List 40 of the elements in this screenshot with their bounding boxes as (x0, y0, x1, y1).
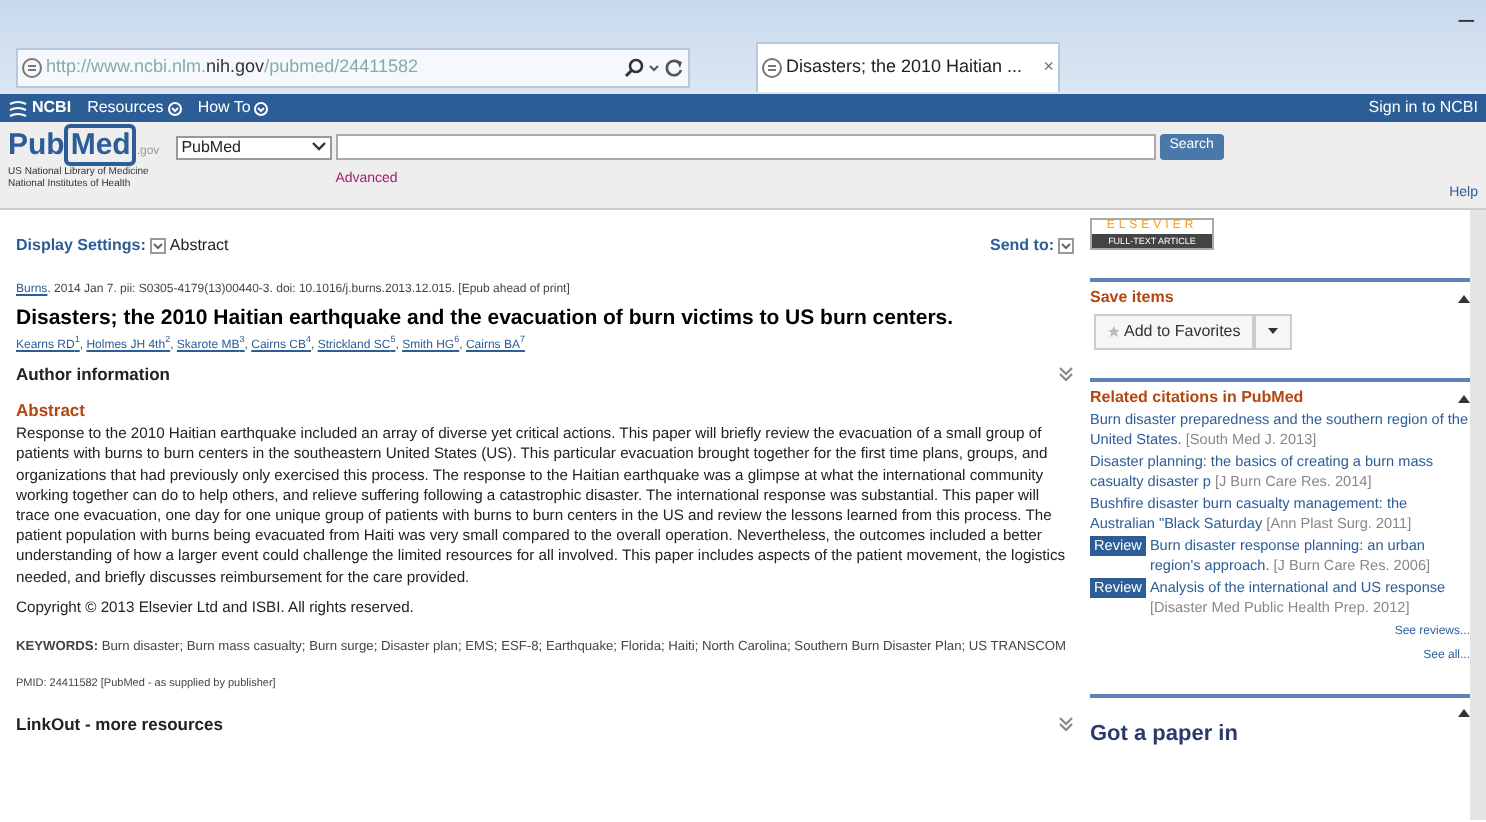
add-to-favorites-button[interactable]: Add to Favorites (1094, 314, 1255, 350)
collapse-icon[interactable] (1458, 708, 1470, 718)
section-heading[interactable]: Save items (1090, 286, 1174, 310)
ncbi-logo-icon[interactable] (8, 99, 28, 117)
scrollbar[interactable] (1470, 210, 1486, 820)
send-to-link[interactable]: Send to: (990, 234, 1054, 258)
database-select[interactable]: PubMed (175, 135, 332, 159)
address-bar[interactable]: http://www.ncbi.nlm.nih.gov/pubmed/24411582 (16, 48, 690, 88)
collapse-icon[interactable] (1458, 393, 1470, 403)
menu-link[interactable]: Resources (87, 96, 164, 120)
sign-in-link[interactable]: Sign in to NCBI (1368, 96, 1478, 120)
search-icon[interactable] (624, 58, 644, 78)
linkout-heading[interactable]: LinkOut - more resources (16, 712, 223, 738)
article-title: Disasters; the 2010 Haitian earthquake and the evacuation of burn victims to US burn centers. (16, 306, 956, 332)
minimize-button[interactable]: – (1458, 4, 1474, 32)
star-icon (1108, 326, 1120, 338)
display-settings-link[interactable]: Display Settings: (16, 234, 146, 258)
section-heading: Got a paper in (1090, 720, 1240, 750)
expand-icon[interactable] (1058, 716, 1074, 733)
expand-icon[interactable] (1058, 365, 1074, 382)
abstract-heading: Abstract (16, 398, 87, 425)
caret-icon (311, 142, 326, 152)
section-heading[interactable]: Related citations in PubMed (1090, 386, 1304, 410)
display-format: Abstract (169, 234, 229, 258)
page-icon (22, 58, 42, 78)
dropdown-button[interactable] (1254, 314, 1293, 350)
dropdown-icon[interactable] (1058, 238, 1074, 254)
collapse-icon[interactable] (1458, 293, 1470, 303)
refresh-icon[interactable] (664, 58, 684, 78)
author-information-heading[interactable]: Author information (16, 361, 170, 387)
dropdown-icon[interactable] (149, 238, 166, 254)
close-tab-button[interactable]: × (1043, 54, 1054, 82)
url-text: http://www.ncbi.nlm.nih.gov/pubmed/24411582 (46, 54, 420, 81)
tab-title: Disasters; the 2010 Haitian ... (786, 54, 1025, 81)
search-field[interactable] (335, 134, 1156, 160)
caret-icon (1268, 328, 1279, 335)
browser-tab[interactable]: Disasters; the 2010 Haitian ... × (756, 42, 1060, 92)
ncbi-logo[interactable]: NCBI (32, 96, 72, 120)
page-icon (762, 58, 782, 78)
menu-link[interactable]: How To (197, 96, 251, 120)
